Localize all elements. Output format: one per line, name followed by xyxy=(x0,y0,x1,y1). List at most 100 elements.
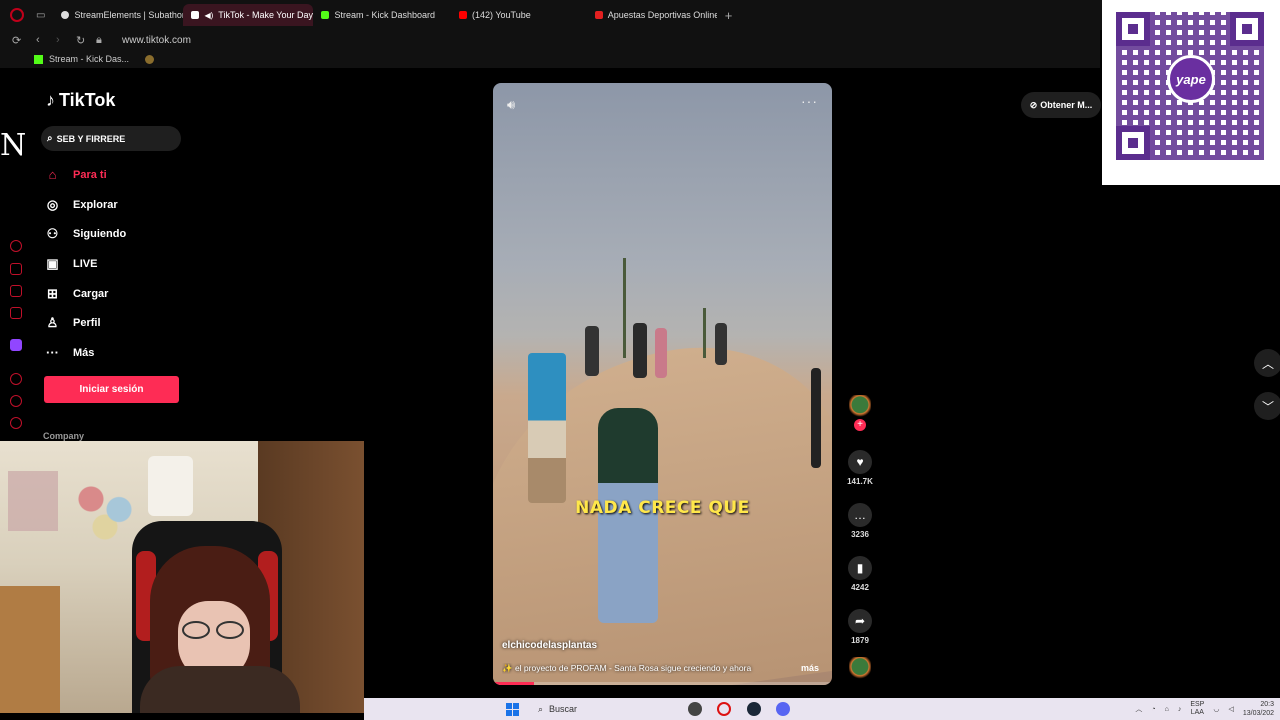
clock[interactable]: 20:3 13/03/202 xyxy=(1243,700,1274,718)
speaker-icon[interactable]: ◁ xyxy=(1228,705,1233,713)
tiktok-favicon-icon xyxy=(191,11,200,19)
yape-logo: yape xyxy=(1167,55,1215,103)
taskbar-search[interactable]: ⌕ Buscar xyxy=(532,701,682,717)
sidebar-history-icon[interactable] xyxy=(10,395,22,407)
company-link[interactable]: Company xyxy=(43,431,84,441)
nav-item-mas[interactable]: ··· Más xyxy=(44,338,126,368)
nav-label: Más xyxy=(73,346,95,359)
forward-icon[interactable]: › xyxy=(56,34,68,46)
windows-start-icon[interactable] xyxy=(506,703,519,716)
get-app-button[interactable]: ⊘ Obtener M... xyxy=(1021,92,1101,118)
glasses xyxy=(182,621,246,639)
share-action[interactable]: ➦ 1879 xyxy=(845,609,875,645)
tiktok-wordmark: TikTok xyxy=(59,90,116,110)
steam-taskbar-icon[interactable] xyxy=(747,702,761,716)
search-text: SEB Y FIRRERE xyxy=(56,133,126,144)
qr-finder xyxy=(1116,126,1150,160)
volume-icon[interactable]: ♪ xyxy=(1178,706,1182,713)
reload-sync-icon[interactable]: ⟳ xyxy=(12,34,24,47)
chevron-down-icon: ﹀ xyxy=(1261,399,1274,414)
chevron-up-icon: ︿ xyxy=(1261,356,1274,371)
back-icon[interactable]: ‹ xyxy=(36,34,48,46)
hanging-shirt xyxy=(148,456,193,516)
nav-item-perfil[interactable]: ♙ Perfil xyxy=(44,308,126,338)
nav-item-para-ti[interactable]: ⌂ Para ti xyxy=(44,160,126,190)
person-blue xyxy=(528,353,566,503)
tab-youtube[interactable]: (142) YouTube xyxy=(451,4,539,26)
music-disc-avatar[interactable] xyxy=(849,657,871,681)
url-field[interactable]: www.tiktok.com xyxy=(122,35,191,46)
sapling xyxy=(623,258,626,358)
previous-video-button[interactable]: ︿ xyxy=(1254,349,1280,377)
description-more-link[interactable]: más xyxy=(801,663,819,673)
tab-label: TikTok - Make Your Day xyxy=(218,10,313,20)
search-icon: ⌕ xyxy=(538,703,544,714)
audio-icon[interactable]: ◀) xyxy=(204,11,213,20)
nav-item-live[interactable]: ▣ LIVE xyxy=(44,249,126,279)
sidebar-messenger-icon[interactable] xyxy=(10,285,22,297)
nav-item-siguiendo[interactable]: ⚇ Siguiendo xyxy=(44,219,127,249)
search-input[interactable]: ⌕ SEB Y FIRRERE xyxy=(41,126,181,151)
sidebar-shop-icon[interactable] xyxy=(10,263,22,275)
nav-item-cargar[interactable]: ⊞ Cargar xyxy=(44,279,126,309)
comment-icon[interactable]: … xyxy=(848,503,872,527)
sidebar-speed-icon[interactable] xyxy=(10,240,22,252)
workspaces-icon[interactable]: ▭ xyxy=(36,10,45,21)
tab-apuestas[interactable]: Apuestas Deportivas Online xyxy=(587,4,717,26)
sidebar-player-icon[interactable] xyxy=(10,373,22,385)
webcam-overlay xyxy=(0,441,364,713)
wifi-icon[interactable]: ◡ xyxy=(1213,705,1219,713)
following-icon: ⚇ xyxy=(46,226,59,242)
follow-plus-icon[interactable]: + xyxy=(854,419,866,431)
qr-finder xyxy=(1116,12,1150,46)
tiktok-logo[interactable]: ♪ TikTok xyxy=(46,90,115,111)
tray-app-icon[interactable]: ◔ xyxy=(1151,706,1155,713)
heart-icon[interactable]: ♥ xyxy=(848,450,872,474)
kick-favicon-icon xyxy=(321,11,330,19)
next-video-button[interactable]: ﹀ xyxy=(1254,392,1280,420)
tiktok-nav: ⌂ Para ti ◎ Explorar ⚇ Siguiendo ▣ LIVE … xyxy=(44,160,126,368)
address-bar: ⟳ ‹ › ↻ 🔒︎ www.tiktok.com xyxy=(0,30,1100,50)
discord-taskbar-icon[interactable] xyxy=(776,702,790,716)
youtube-favicon-icon xyxy=(459,11,467,19)
browser-tab-bar: ▭ StreamElements | Subathon ◀) TikTok - … xyxy=(0,0,1280,30)
save-count: 4242 xyxy=(851,583,869,592)
like-action[interactable]: ♥ 141.7K xyxy=(845,450,875,486)
sidebar-twitch-icon[interactable] xyxy=(10,339,22,351)
tray-chevron-icon[interactable]: ︿ xyxy=(1135,704,1142,714)
app-icon: ⊘ xyxy=(1029,99,1038,110)
tab-kick[interactable]: Stream - Kick Dashboard xyxy=(313,4,443,26)
sidebar-app-icon[interactable] xyxy=(10,307,22,319)
windows-taskbar: ⌕ Buscar ︿ ◔ ⌂ ♪ ESP LAA ◡ ◁ 20:3 13/03/… xyxy=(364,698,1280,720)
save-action[interactable]: ▮ 4242 xyxy=(845,556,875,592)
person-far xyxy=(585,326,599,376)
tab-streamelements[interactable]: StreamElements | Subathon xyxy=(53,4,183,26)
network-icon[interactable]: ⌂ xyxy=(1165,706,1169,713)
sidebar-settings-icon[interactable] xyxy=(10,417,22,429)
comment-action[interactable]: … 3236 xyxy=(845,503,875,539)
nav-label: LIVE xyxy=(73,257,98,270)
language-indicator[interactable]: ESP LAA xyxy=(1190,701,1204,717)
share-icon[interactable]: ➦ xyxy=(848,609,872,633)
new-tab-icon[interactable]: + xyxy=(725,8,733,23)
taskbar-app-icon[interactable] xyxy=(688,702,702,716)
video-progress-bar[interactable] xyxy=(493,682,832,685)
bookmark-extension-icon[interactable] xyxy=(145,54,155,64)
video-player[interactable]: 🔊︎ ··· NADA CRECE QUE elchicodelasplanta… xyxy=(493,83,832,685)
video-author[interactable]: elchicodelasplantas xyxy=(502,640,597,651)
nav-label: Explorar xyxy=(73,198,118,211)
opera-logo-icon[interactable] xyxy=(10,8,24,22)
compass-icon: ◎ xyxy=(46,196,59,212)
bookmarks-bar: Stream - Kick Das... xyxy=(0,50,1100,68)
volume-icon[interactable]: 🔊︎ xyxy=(507,97,515,113)
tab-tiktok[interactable]: ◀) TikTok - Make Your Day xyxy=(183,4,314,26)
lock-icon: 🔒︎ xyxy=(96,33,102,46)
login-button[interactable]: Iniciar sesión xyxy=(44,376,179,403)
refresh-icon[interactable]: ↻ xyxy=(76,34,88,47)
bookmark-icon[interactable]: ▮ xyxy=(848,556,872,580)
more-options-icon[interactable]: ··· xyxy=(801,93,818,109)
shovel xyxy=(811,368,821,468)
nav-item-explorar[interactable]: ◎ Explorar xyxy=(44,190,126,220)
opera-taskbar-icon[interactable] xyxy=(717,702,731,716)
bookmark-kick[interactable]: Stream - Kick Das... xyxy=(49,54,129,64)
